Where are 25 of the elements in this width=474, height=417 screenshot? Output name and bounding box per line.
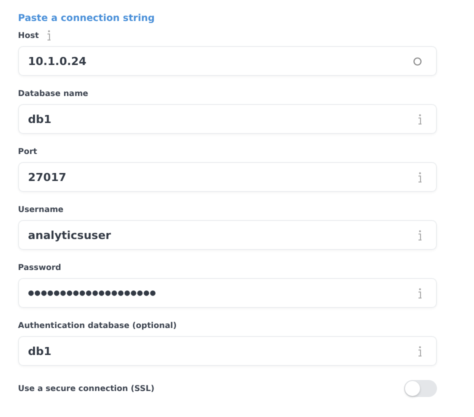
info-icon (418, 230, 422, 240)
field-label: Username (18, 204, 64, 214)
field-label: Password (18, 262, 62, 272)
field-label: Database name (18, 88, 88, 98)
field-label: Host (18, 30, 39, 40)
ssl-label: Use a secure connection (SSL) (18, 384, 154, 393)
info-icon (418, 288, 422, 298)
info-icon (46, 30, 51, 40)
status-icon (413, 56, 422, 66)
input-field[interactable]: 27017 (18, 162, 437, 192)
input-field[interactable]: analyticsuser (18, 220, 437, 250)
info-icon (418, 172, 422, 182)
field-value: analyticsuser (28, 228, 111, 242)
input-field[interactable]: db1 (18, 336, 437, 366)
field-label: Authentication database (optional) (18, 320, 177, 330)
ssl-toggle[interactable] (404, 380, 437, 397)
field-value: 27017 (28, 170, 66, 184)
input-field[interactable]: 10.1.0.24 (18, 46, 437, 76)
info-icon (418, 346, 422, 356)
info-icon (418, 114, 422, 124)
field-value: db1 (28, 344, 52, 358)
field-value: db1 (28, 112, 52, 126)
input-field[interactable]: db1 (18, 104, 437, 134)
field-label: Port (18, 146, 38, 156)
field-value: 10.1.0.24 (28, 54, 86, 68)
